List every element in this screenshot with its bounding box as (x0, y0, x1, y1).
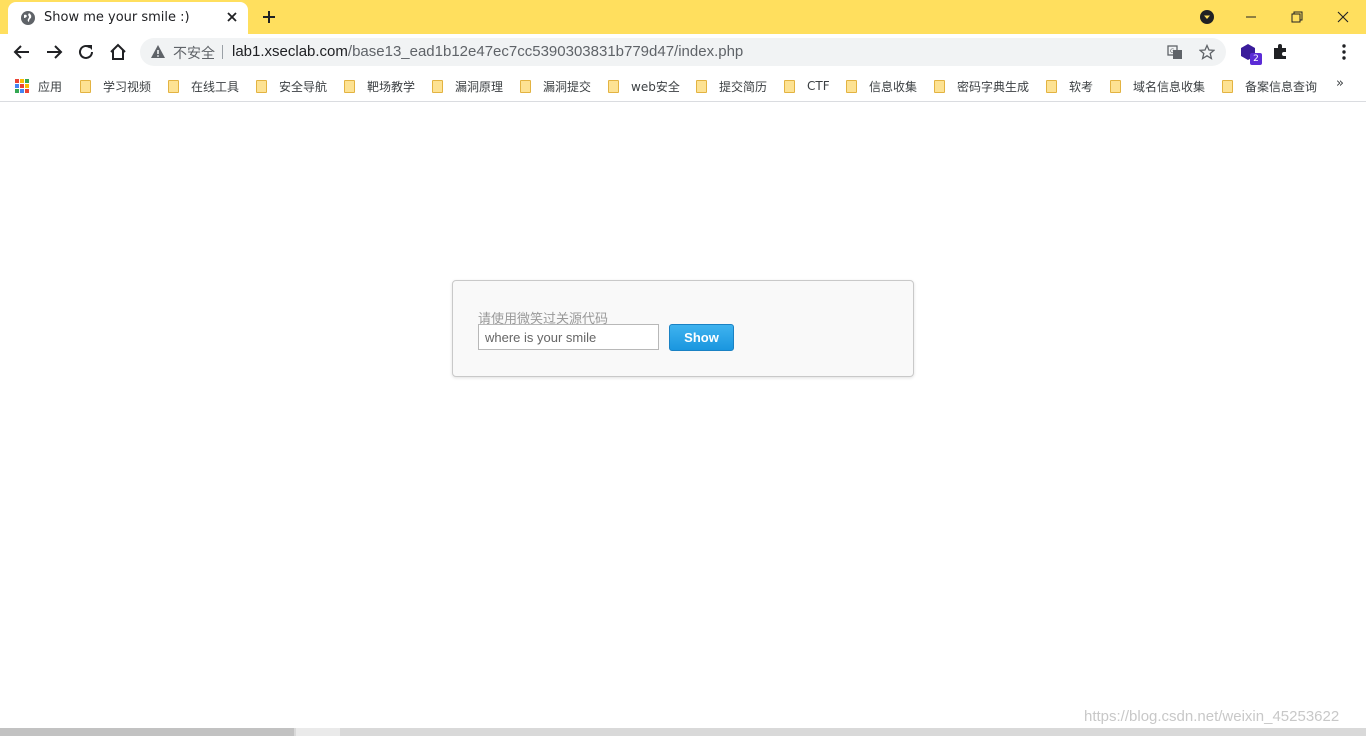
new-tab-icon[interactable] (260, 8, 278, 26)
apps-grid-icon (15, 79, 29, 93)
tab-search-icon[interactable] (1199, 9, 1215, 25)
folder-icon (1222, 79, 1233, 93)
folder-icon (520, 79, 531, 93)
folder-icon (80, 79, 91, 93)
close-icon[interactable] (224, 9, 240, 25)
bookmark-item[interactable]: web安全 (608, 78, 680, 94)
folder-icon (256, 79, 267, 93)
home-icon (110, 43, 126, 60)
bookmark-item[interactable]: 信息收集 (846, 78, 917, 94)
bookmark-item[interactable]: 备案信息查询 (1222, 78, 1317, 94)
bookmark-item[interactable]: 安全导航 (256, 78, 327, 94)
bookmark-label: 漏洞原理 (455, 79, 504, 94)
bookmark-item[interactable]: 在线工具 (168, 78, 239, 94)
bookmarks-overflow-button[interactable]: » (1336, 76, 1344, 91)
bookmark-item[interactable]: 漏洞提交 (520, 78, 591, 94)
bookmark-label: 软考 (1069, 79, 1094, 94)
url-separator (222, 45, 223, 59)
bookmark-label: 域名信息收集 (1133, 79, 1206, 94)
bookmark-item[interactable]: 学习视频 (80, 78, 151, 94)
bookmark-label: 备案信息查询 (1245, 79, 1318, 94)
bookmark-item[interactable]: 靶场教学 (344, 78, 415, 94)
back-button[interactable] (11, 41, 33, 63)
restore-button[interactable] (1274, 0, 1320, 34)
bookmark-label: 漏洞提交 (543, 79, 592, 94)
minimize-button[interactable] (1228, 0, 1274, 34)
folder-icon (344, 79, 355, 93)
tab-strip: Show me your smile :) (0, 0, 1366, 34)
folder-icon (784, 79, 795, 93)
scrollbar-thumb[interactable] (0, 728, 294, 736)
warning-icon[interactable] (150, 44, 166, 60)
show-button[interactable]: Show (669, 324, 734, 351)
menu-dots-icon[interactable] (1334, 42, 1354, 62)
url-path: /base13_ead1b12e47ec7cc5390303831b779d47… (347, 43, 744, 60)
bookmark-item[interactable]: 密码字典生成 (934, 78, 1029, 94)
browser-toolbar: 不安全 lab1.xseclab.com/base13_ead1b12e47ec… (0, 34, 1366, 97)
bookmark-item[interactable]: 域名信息收集 (1110, 78, 1205, 94)
bookmark-item[interactable]: 提交简历 (696, 78, 767, 94)
browser-tab[interactable]: Show me your smile :) (8, 2, 248, 34)
folder-icon (934, 79, 945, 93)
restore-icon (1291, 11, 1303, 23)
smile-input[interactable] (478, 324, 659, 350)
scrollbar-segment (296, 728, 340, 736)
forward-button[interactable] (43, 41, 65, 63)
folder-icon (1046, 79, 1057, 93)
bookmark-label: CTF (807, 79, 830, 93)
watermark: https://blog.csdn.net/weixin_45253622 (1084, 708, 1340, 725)
bookmark-label: 在线工具 (191, 79, 240, 94)
horizontal-scrollbar[interactable] (0, 728, 1366, 736)
bookmark-label: 靶场教学 (367, 79, 416, 94)
bookmark-label: web安全 (631, 79, 680, 94)
bookmark-item[interactable]: CTF (784, 78, 830, 94)
arrow-right-icon (47, 45, 63, 59)
translate-icon[interactable]: G (1167, 44, 1183, 60)
address-bar[interactable]: 不安全 lab1.xseclab.com/base13_ead1b12e47ec… (140, 38, 1226, 66)
minimize-icon (1246, 16, 1256, 18)
page-content: 请使用微笑过关源代码 Show (0, 103, 1366, 728)
svg-text:G: G (1170, 48, 1175, 55)
folder-icon (168, 79, 179, 93)
tab-title: Show me your smile :) (44, 10, 190, 25)
bookmark-label: 密码字典生成 (957, 79, 1030, 94)
security-label[interactable]: 不安全 (173, 43, 215, 63)
reload-icon (79, 44, 93, 59)
bookmark-item[interactable]: 软考 (1046, 78, 1093, 94)
bookmark-label: 信息收集 (869, 79, 918, 94)
bookmark-label: 学习视频 (103, 79, 152, 94)
reload-button[interactable] (75, 41, 97, 63)
smile-form: 请使用微笑过关源代码 Show (452, 280, 914, 377)
extension-badge: 2 (1250, 53, 1262, 65)
bookmark-apps[interactable]: 应用 (15, 78, 62, 94)
window-close-icon (1337, 11, 1349, 23)
bookmarks-bar: 应用 学习视频 在线工具 安全导航 靶场教学 漏洞原理 漏洞提交 web安全 提… (0, 70, 1366, 102)
folder-icon (608, 79, 619, 93)
url-host: lab1.xseclab.com (232, 43, 348, 60)
extensions-puzzle-icon[interactable] (1270, 42, 1290, 62)
bookmark-label: 应用 (38, 79, 63, 94)
bookmark-label: 提交简历 (719, 79, 768, 94)
globe-icon (21, 11, 35, 25)
window-close-button[interactable] (1320, 0, 1366, 34)
home-button[interactable] (107, 41, 129, 63)
star-icon[interactable] (1199, 44, 1215, 60)
url-text[interactable]: lab1.xseclab.com/base13_ead1b12e47ec7cc5… (232, 43, 743, 60)
folder-icon (846, 79, 857, 93)
folder-icon (1110, 79, 1121, 93)
arrow-left-icon (13, 45, 29, 59)
folder-icon (696, 79, 707, 93)
folder-icon (432, 79, 443, 93)
bookmark-item[interactable]: 漏洞原理 (432, 78, 503, 94)
bookmark-label: 安全导航 (279, 79, 328, 94)
